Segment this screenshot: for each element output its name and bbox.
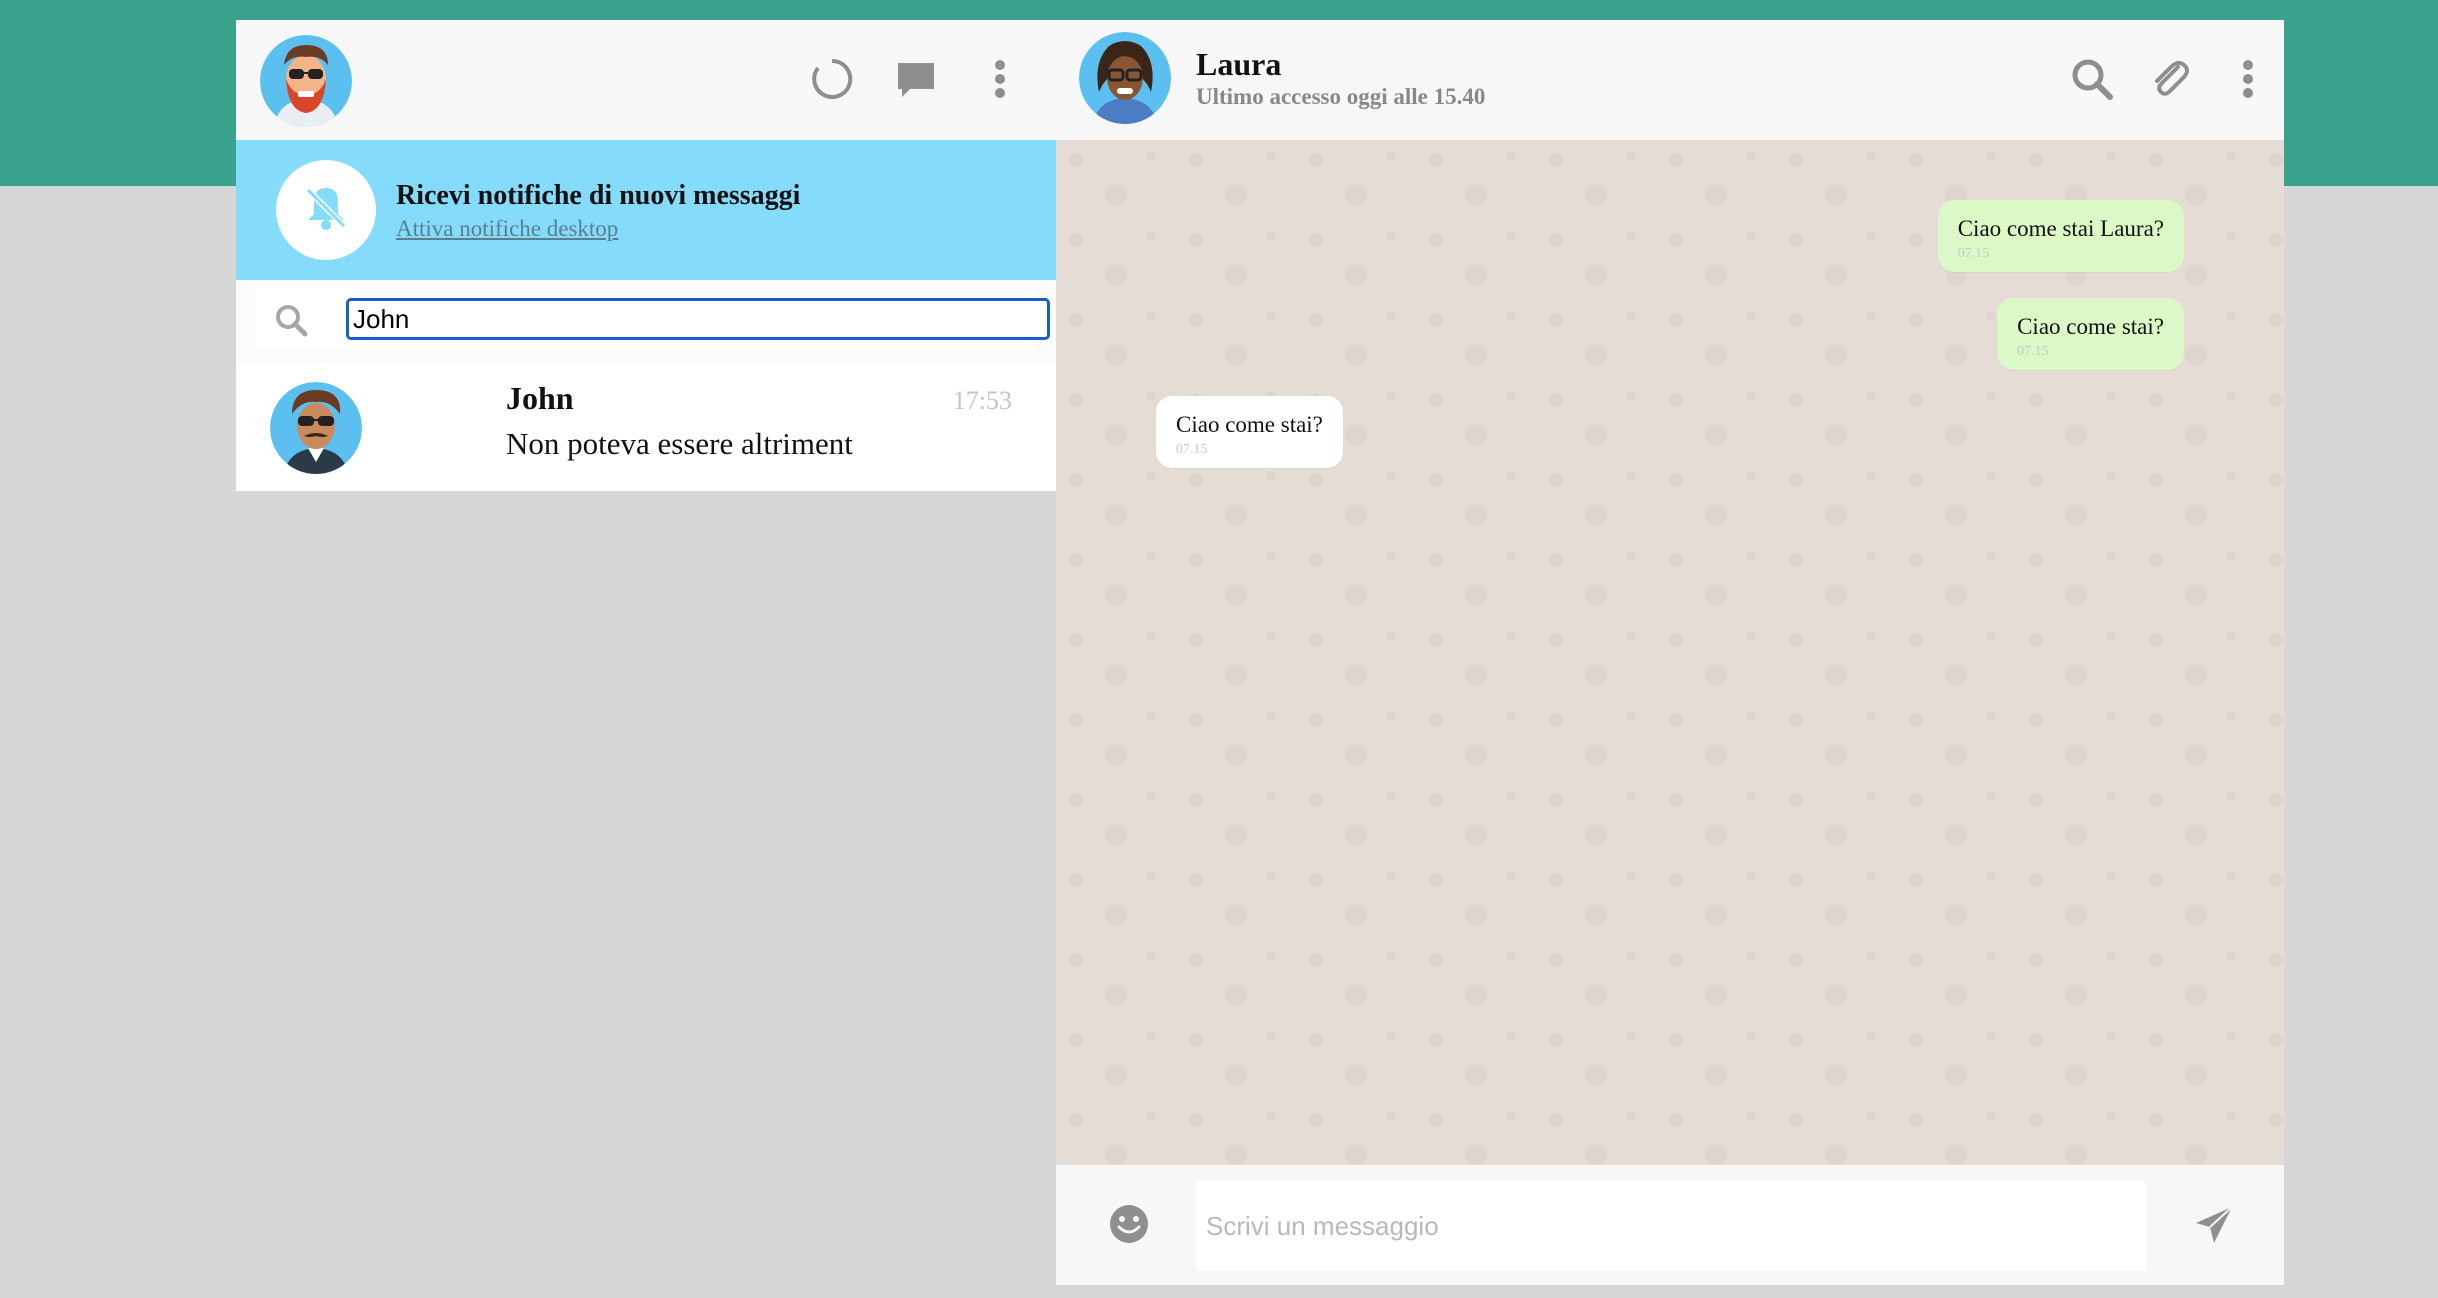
enable-notifications-link[interactable]: Attiva notifiche desktop: [396, 216, 618, 242]
new-chat-icon[interactable]: [892, 55, 940, 103]
contact-avatar[interactable]: [1079, 32, 1171, 124]
chat-preview: Non poteva essere altriment: [506, 426, 853, 461]
chat-avatar: [270, 382, 362, 474]
message-text: Ciao come stai Laura?: [1957, 216, 2164, 241]
conversation-header-icons: [2068, 55, 2272, 103]
message-time: 07.15: [1176, 442, 1208, 457]
conversation-header: Laura Ultimo accesso oggi alle 15.40: [1056, 20, 2284, 140]
chat-time: 17:53: [952, 386, 1012, 415]
notification-title: Ricevi notifiche di nuovi messaggi: [396, 180, 801, 211]
whatsapp-app: Ricevi notifiche di nuovi messaggi Attiv…: [236, 20, 2284, 1285]
chat-list: John 17:53 Non poteva essere altriment: [236, 362, 1056, 491]
user-avatar[interactable]: [260, 35, 352, 127]
message-bubble-outgoing: Ciao come stai Laura? 07.15: [1937, 200, 2184, 272]
search-input[interactable]: [346, 298, 1050, 340]
search-container: [256, 288, 1050, 350]
message-bubble-outgoing: Ciao come stai? 07.15: [1997, 298, 2184, 370]
menu-dots-icon[interactable]: [2224, 55, 2272, 103]
message-bubble-incoming: Ciao come stai? 07.15: [1156, 396, 1343, 468]
message-composer: [1056, 1165, 2284, 1285]
menu-dots-icon[interactable]: [976, 55, 1024, 103]
message-text: Ciao come stai?: [1176, 412, 1323, 437]
bell-off-icon: [300, 182, 352, 239]
search-icon[interactable]: [2068, 55, 2116, 103]
notification-icon-circle: [276, 160, 376, 260]
message-time: 07.15: [2017, 344, 2049, 359]
sidebar: Ricevi notifiche di nuovi messaggi Attiv…: [236, 20, 1056, 491]
chat-name: John: [506, 380, 574, 416]
message-area[interactable]: Ciao come stai Laura? 07.15 Ciao come st…: [1056, 140, 2284, 1165]
search-icon: [274, 303, 308, 342]
send-icon[interactable]: [2192, 1203, 2236, 1252]
notification-banner: Ricevi notifiche di nuovi messaggi Attiv…: [236, 140, 1056, 280]
attach-icon[interactable]: [2146, 55, 2194, 103]
contact-last-seen: Ultimo accesso oggi alle 15.40: [1196, 84, 1486, 109]
message-input[interactable]: [1196, 1181, 2146, 1271]
contact-name: Laura: [1196, 46, 1282, 82]
status-icon[interactable]: [808, 55, 856, 103]
sidebar-header: [236, 20, 1056, 140]
chat-list-item[interactable]: John 17:53 Non poteva essere altriment: [236, 362, 1056, 491]
emoji-icon[interactable]: [1108, 1203, 1150, 1250]
message-time: 07.15: [1957, 246, 1990, 261]
conversation-panel: Laura Ultimo accesso oggi alle 15.40 Cia…: [1056, 20, 2284, 1285]
sidebar-header-icons: [808, 55, 1024, 103]
message-text: Ciao come stai?: [2017, 314, 2164, 339]
search-bar: [236, 280, 1056, 362]
